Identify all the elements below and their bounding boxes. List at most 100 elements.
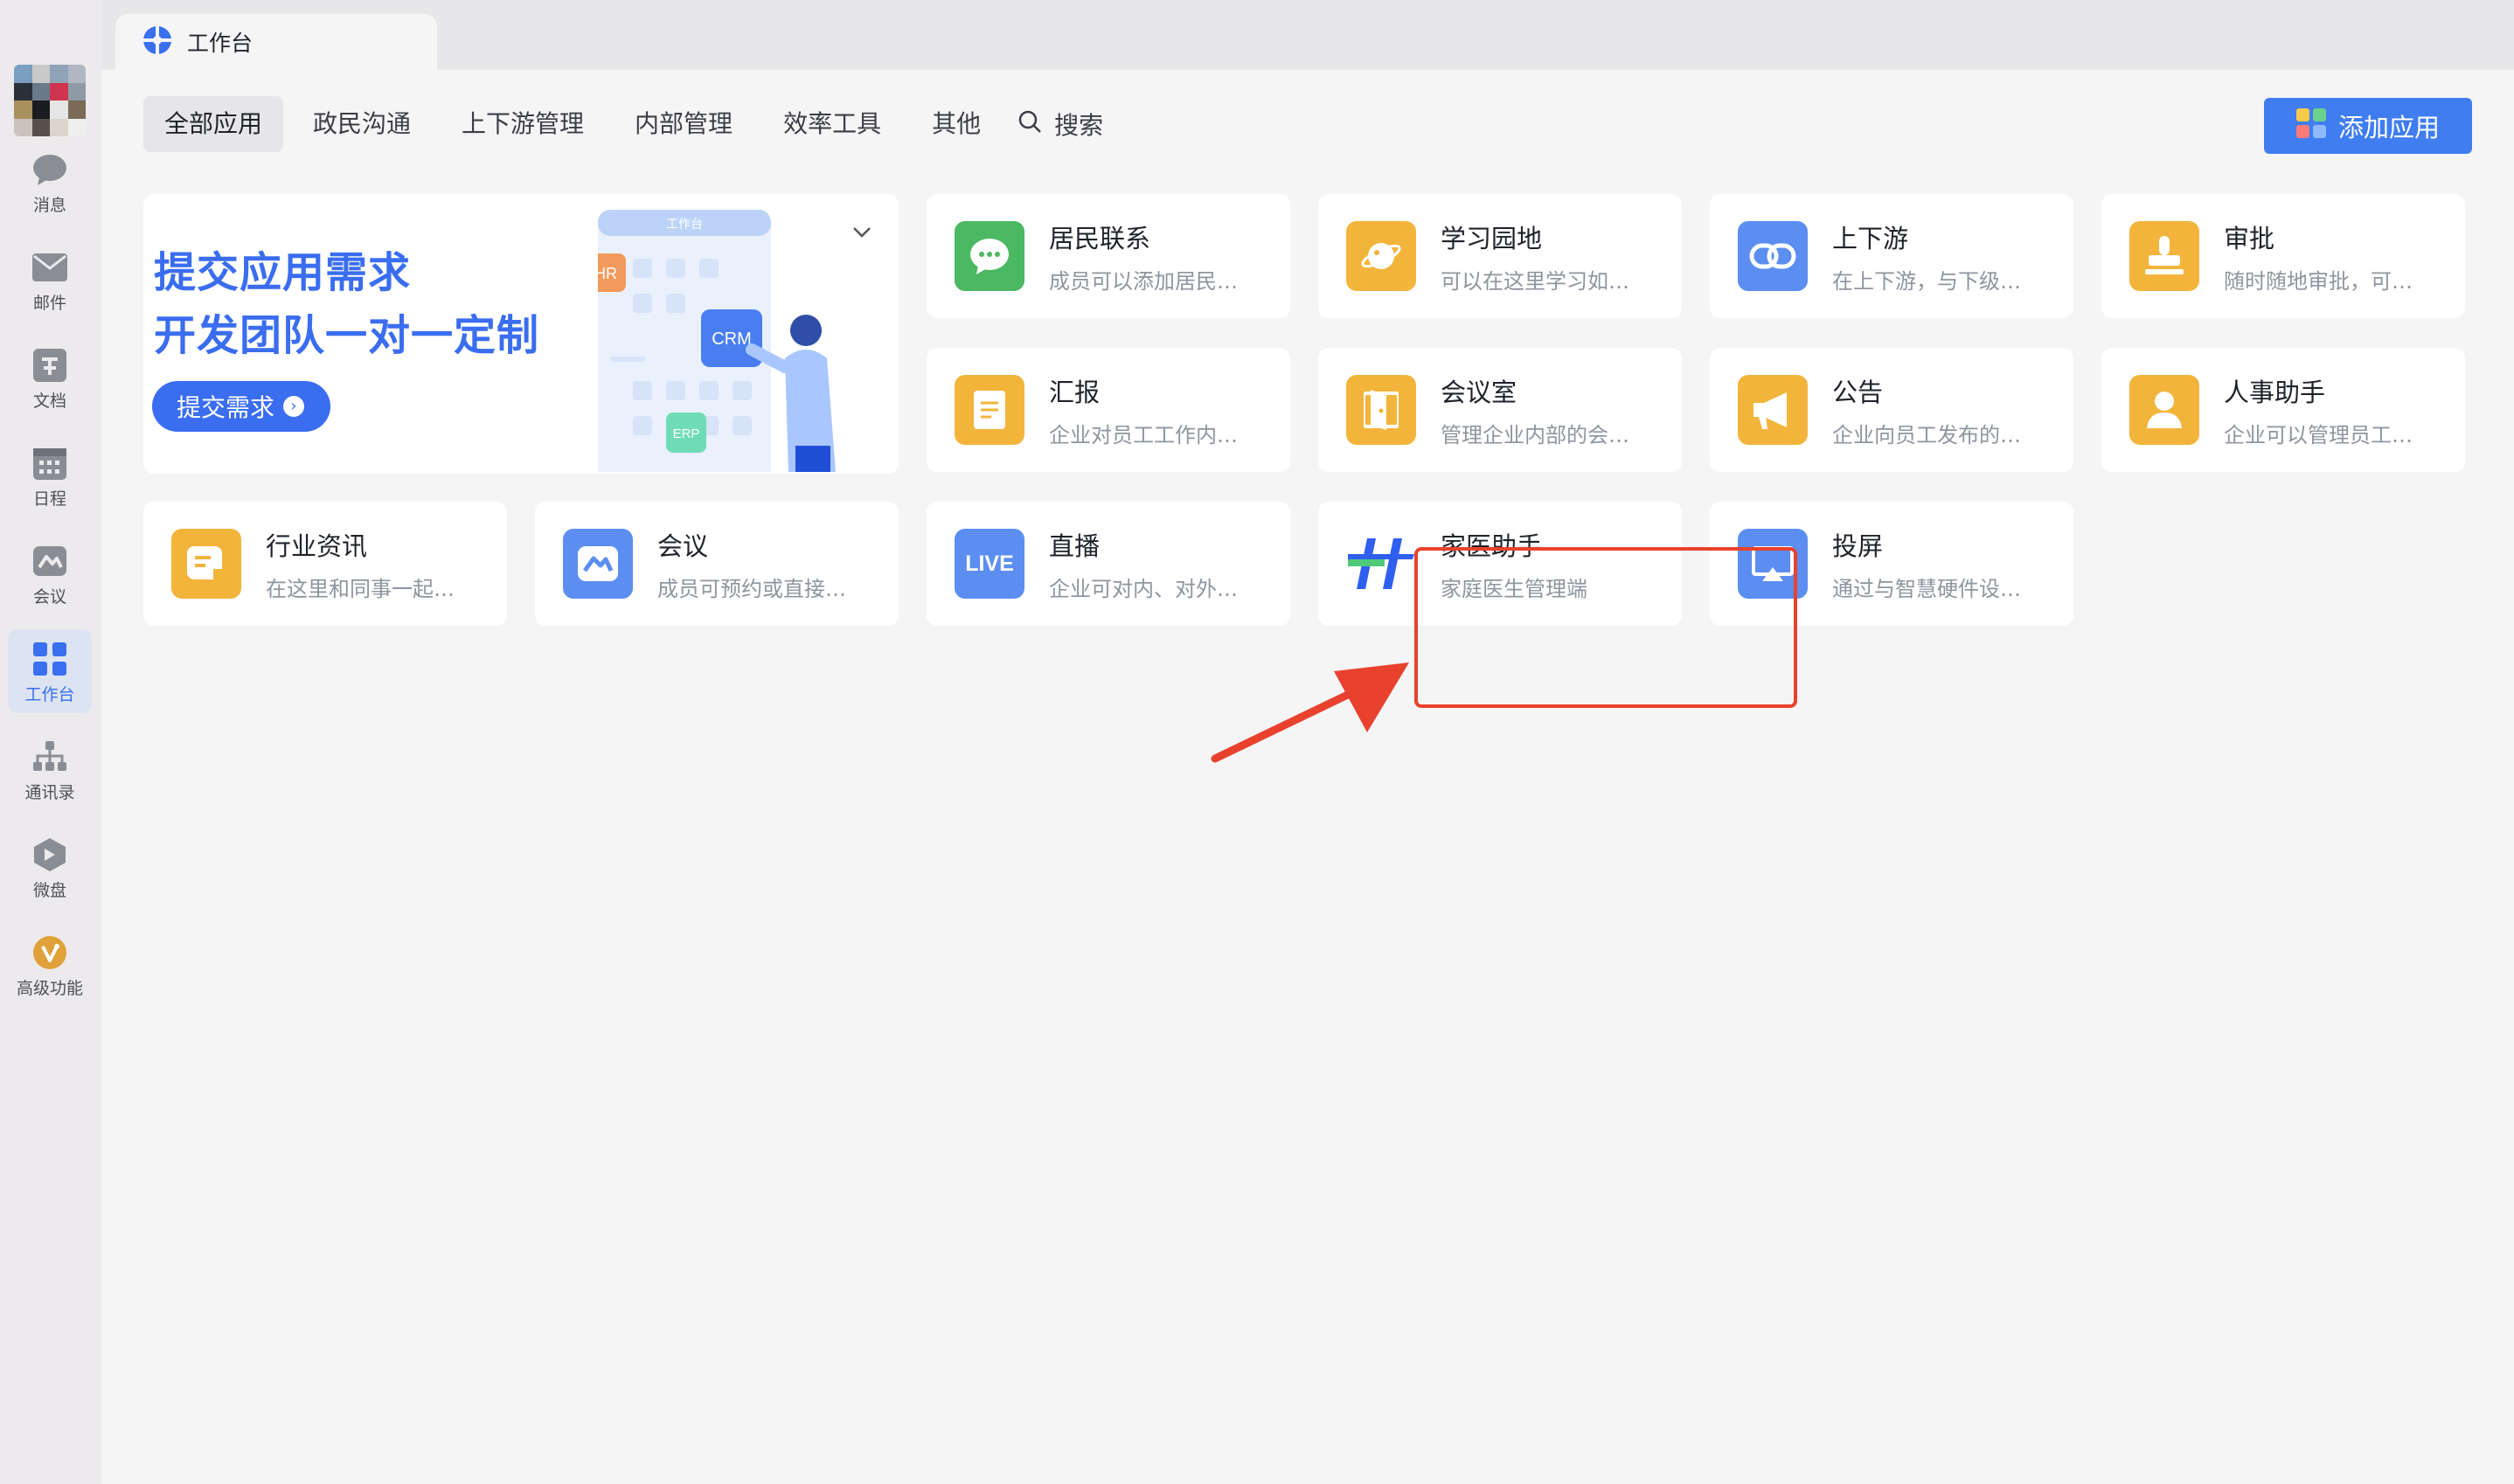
app-card-meeting-room[interactable]: 会议室管理企业内部的会… (1318, 348, 1682, 472)
app-description: 通过与智慧硬件设… (1832, 576, 2021, 601)
banner-title-line1: 提交应用需求 (154, 248, 412, 297)
app-name: 直播 (1049, 530, 1101, 561)
search-button[interactable]: 搜索 (1017, 107, 1103, 142)
tab-workbench[interactable]: 工作台 (115, 14, 437, 70)
drive-icon (32, 837, 67, 872)
sidebar-item-label: 消息 (32, 196, 66, 215)
annotation-arrow (1203, 655, 1413, 773)
category-tab-efficiency[interactable]: 效率工具 (762, 96, 902, 152)
sidebar-item-label: 高级功能 (16, 979, 83, 998)
app-card-meeting[interactable]: 会议 成员可预约或直接… (535, 502, 899, 626)
sidebar-item-contacts[interactable]: 通讯录 (8, 727, 92, 811)
sidebar-item-label: 文档 (32, 392, 66, 411)
mail-icon (32, 250, 67, 285)
sidebar-item-premium[interactable]: 高级功能 (8, 923, 92, 1007)
submit-request-button[interactable]: 提交需求 › (152, 381, 330, 432)
sidebar-item-label: 会议 (32, 587, 66, 607)
sidebar: 消息 邮件 文档 日程 会议 工作台 通讯录 微盘 高级功能 (0, 0, 101, 1484)
meeting-icon (32, 544, 67, 579)
add-app-label: 添加应用 (2337, 113, 2440, 142)
report-icon (955, 375, 1024, 445)
sidebar-item-meeting[interactable]: 会议 (8, 531, 92, 615)
chat-icon (955, 221, 1024, 291)
app-card-supply-chain[interactable]: 上下游在上下游，与下级… (1710, 194, 2073, 318)
app-description: 可以在这里学习如… (1441, 268, 1629, 294)
person-icon (2129, 375, 2199, 445)
app-description: 成员可以添加居民… (1049, 268, 1238, 294)
app-card-hr-assistant[interactable]: 人事助手企业可以管理员工… (2101, 348, 2465, 472)
apps-grid-icon (2295, 107, 2326, 144)
app-name: 居民联系 (1049, 223, 1151, 253)
search-label: 搜索 (1054, 111, 1104, 140)
link-icon (1738, 221, 1808, 291)
document-icon (32, 348, 67, 383)
category-tab-all[interactable]: 全部应用 (143, 96, 284, 152)
sidebar-item-drive[interactable]: 微盘 (8, 825, 92, 909)
sidebar-item-mail[interactable]: 邮件 (8, 238, 92, 322)
sidebar-item-docs[interactable]: 文档 (8, 336, 92, 420)
category-tab-internal[interactable]: 内部管理 (614, 96, 754, 152)
search-icon (1017, 109, 1042, 140)
app-card-industry-news[interactable]: 行业资讯在这里和同事一起… (143, 502, 507, 626)
app-card-report[interactable]: 汇报企业对员工工作内… (927, 348, 1290, 472)
app-name: 上下游 (1832, 223, 1909, 253)
main-content: 全部应用 政民沟通 上下游管理 内部管理 效率工具 其他 搜索 添加应用 提交应… (101, 70, 2514, 1484)
app-card-resident-contact[interactable]: 居民联系成员可以添加居民… (927, 194, 1290, 318)
sidebar-item-calendar[interactable]: 日程 (8, 433, 92, 517)
app-description: 在上下游，与下级… (1832, 268, 2021, 294)
sidebar-item-label: 微盘 (32, 881, 66, 900)
avatar[interactable] (14, 65, 86, 136)
stamp-icon (2129, 221, 2199, 291)
org-chart-icon (32, 739, 67, 774)
live-icon-text: LIVE (965, 551, 1014, 576)
app-card-learning[interactable]: 学习园地可以在这里学习如… (1318, 194, 1682, 318)
tab-title: 工作台 (187, 31, 253, 56)
category-tab-gov[interactable]: 政民沟通 (292, 96, 432, 152)
app-name: 人事助手 (2224, 377, 2326, 407)
chat-bubble-icon (32, 152, 67, 187)
add-app-button[interactable]: 添加应用 (2264, 98, 2472, 154)
app-name: 会议 (657, 530, 709, 561)
sidebar-item-workbench[interactable]: 工作台 (8, 629, 92, 713)
meeting-icon (563, 529, 633, 599)
app-name: 公告 (1832, 377, 1884, 407)
app-name: 投屏 (1832, 530, 1884, 561)
illustration-erp-label: ERP (673, 426, 700, 441)
app-name: 会议室 (1441, 377, 1517, 407)
door-icon (1346, 375, 1416, 445)
submit-request-label: 提交需求 (177, 393, 275, 422)
app-description: 管理企业内部的会… (1441, 422, 1629, 447)
family-doctor-logo-icon (1346, 529, 1416, 599)
workbench-logo-icon (143, 26, 171, 58)
grid-icon (32, 641, 67, 676)
sidebar-item-label: 通讯录 (24, 783, 75, 802)
megaphone-icon (1738, 375, 1808, 445)
app-description: 在这里和同事一起… (266, 576, 455, 601)
app-description: 企业对员工工作内… (1049, 422, 1238, 447)
illustration-hr-label: HR (598, 265, 617, 282)
premium-badge-icon (32, 935, 67, 970)
calendar-icon (32, 446, 67, 481)
live-icon: LIVE (955, 529, 1024, 599)
category-tab-supply-chain[interactable]: 上下游管理 (441, 96, 605, 152)
app-description: 企业可对内、对外… (1049, 576, 1238, 601)
sidebar-item-messages[interactable]: 消息 (8, 140, 92, 224)
app-card-approval[interactable]: 审批随时随地审批，可… (2101, 194, 2465, 318)
app-name: 学习园地 (1441, 223, 1543, 253)
app-name: 汇报 (1049, 377, 1101, 407)
app-card-announcement[interactable]: 公告 企业向员工发布的… (1710, 348, 2073, 472)
planet-icon (1346, 221, 1416, 291)
app-description: 企业可以管理员工… (2224, 422, 2413, 447)
category-tabs: 全部应用 政民沟通 上下游管理 内部管理 效率工具 其他 搜索 (143, 96, 1103, 152)
app-card-live[interactable]: LIVE 直播企业可对内、对外… (927, 502, 1290, 626)
app-description: 随时随地审批，可… (2224, 268, 2413, 294)
app-name: 行业资讯 (266, 530, 368, 561)
news-icon (171, 529, 241, 599)
app-name: 审批 (2224, 223, 2275, 253)
window-tab-strip: 工作台 (101, 0, 2514, 70)
custom-app-banner[interactable]: 提交应用需求 开发团队一对一定制 提交需求 › 工作台 HR CRM ERP (143, 194, 899, 474)
sidebar-item-label: 工作台 (24, 685, 75, 704)
annotation-highlight-box (1414, 547, 1797, 708)
category-tab-other[interactable]: 其他 (911, 96, 1002, 152)
banner-illustration: 工作台 HR CRM ERP (586, 210, 886, 474)
